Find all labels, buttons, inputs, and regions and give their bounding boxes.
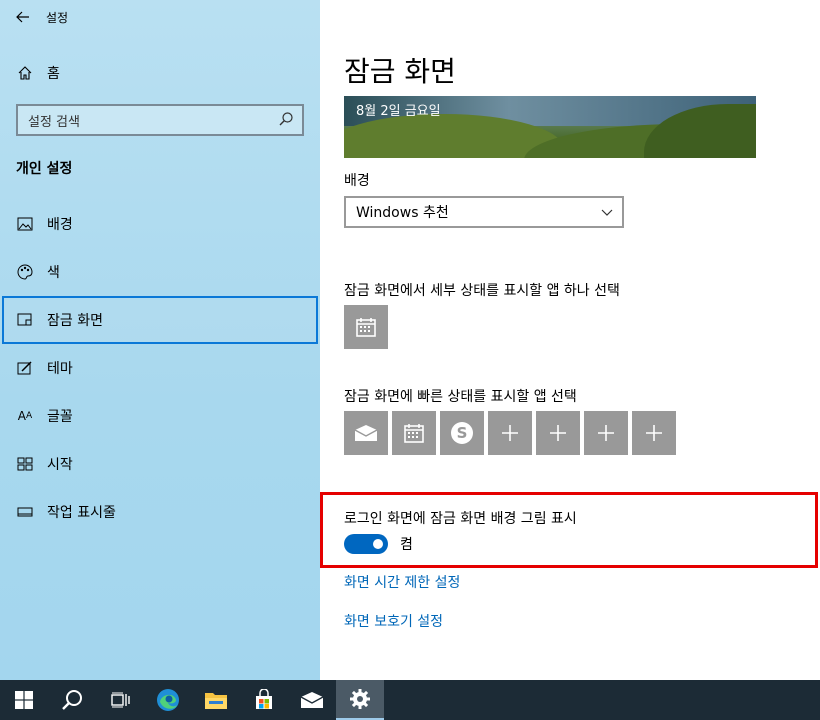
sidebar-item-taskbar[interactable]: 작업 표시줄 bbox=[0, 488, 320, 536]
mail-icon bbox=[354, 425, 378, 441]
sidebar-item-label: 글꼴 bbox=[47, 409, 73, 425]
start-icon bbox=[16, 455, 34, 473]
home-nav-item[interactable]: 홈 bbox=[0, 54, 320, 92]
quick-status-row: S bbox=[344, 411, 684, 455]
windows-start-icon bbox=[15, 691, 33, 709]
picture-icon bbox=[16, 215, 34, 233]
back-arrow-icon bbox=[16, 11, 29, 23]
lock-screen-icon bbox=[16, 311, 34, 329]
search-icon[interactable] bbox=[278, 111, 294, 127]
edge-icon bbox=[157, 689, 179, 711]
palette-icon bbox=[16, 263, 34, 281]
plus-icon bbox=[646, 425, 662, 441]
plus-icon bbox=[550, 425, 566, 441]
background-dropdown[interactable]: Windows 추천 bbox=[344, 196, 624, 228]
sidebar-item-label: 잠금 화면 bbox=[47, 313, 103, 329]
task-view-icon bbox=[111, 692, 130, 708]
skype-icon: S bbox=[451, 422, 473, 444]
edge-button[interactable] bbox=[144, 680, 192, 720]
calendar-icon bbox=[356, 318, 376, 337]
calendar-icon bbox=[404, 424, 424, 443]
theme-icon bbox=[16, 359, 34, 377]
sidebar-nav: 배경 색 잠금 화면 테마 AA 글꼴 시작 작업 표시줄 bbox=[0, 200, 320, 536]
sidebar-item-lock-screen[interactable]: 잠금 화면 bbox=[2, 296, 318, 344]
store-button[interactable] bbox=[240, 680, 288, 720]
sidebar-item-label: 배경 bbox=[47, 217, 73, 233]
detailed-status-app-button[interactable] bbox=[344, 305, 388, 349]
search-icon bbox=[62, 690, 82, 710]
task-view-button[interactable] bbox=[96, 680, 144, 720]
file-explorer-icon bbox=[205, 693, 227, 709]
background-label: 배경 bbox=[344, 173, 370, 189]
taskbar-search-button[interactable] bbox=[48, 680, 96, 720]
svg-text:S: S bbox=[457, 424, 468, 442]
start-button[interactable] bbox=[0, 680, 48, 720]
mail-button[interactable] bbox=[288, 680, 336, 720]
quick-status-add-button[interactable] bbox=[488, 411, 532, 455]
signin-background-label: 로그인 화면에 잠금 화면 배경 그림 표시 bbox=[344, 511, 577, 527]
mail-icon bbox=[300, 692, 324, 708]
page-title: 잠금 화면 bbox=[344, 55, 456, 88]
title-bar: 설정 bbox=[0, 0, 320, 34]
sidebar-item-theme[interactable]: 테마 bbox=[0, 344, 320, 392]
signin-background-toggle-row: 켬 bbox=[344, 534, 413, 554]
detailed-status-row bbox=[344, 305, 684, 349]
background-dropdown-value: Windows 추천 bbox=[356, 205, 449, 221]
screen-timeout-link[interactable]: 화면 시간 제한 설정 bbox=[344, 572, 460, 592]
taskbar bbox=[0, 680, 820, 720]
plus-icon bbox=[502, 425, 518, 441]
signin-background-toggle[interactable] bbox=[344, 534, 388, 554]
back-button[interactable] bbox=[0, 0, 46, 34]
sidebar-item-color[interactable]: 색 bbox=[0, 248, 320, 296]
detailed-status-label: 잠금 화면에서 세부 상태를 표시할 앱 하나 선택 bbox=[344, 283, 620, 299]
sidebar-item-label: 시작 bbox=[47, 457, 73, 473]
settings-button[interactable] bbox=[336, 680, 384, 720]
store-icon bbox=[256, 689, 272, 709]
section-title: 개인 설정 bbox=[16, 161, 73, 177]
font-icon: AA bbox=[17, 409, 33, 423]
quick-status-add-button[interactable] bbox=[632, 411, 676, 455]
main-content: 잠금 화면 8월 2일 금요일 배경 Windows 추천 잠금 화면에서 세부… bbox=[320, 0, 820, 680]
chevron-down-icon bbox=[601, 209, 613, 216]
quick-status-add-button[interactable] bbox=[536, 411, 580, 455]
sidebar-item-start[interactable]: 시작 bbox=[0, 440, 320, 488]
signin-background-highlight bbox=[320, 492, 818, 568]
sidebar-item-label: 작업 표시줄 bbox=[47, 505, 116, 521]
taskbar-icon bbox=[16, 503, 34, 521]
settings-search-input[interactable]: 설정 검색 bbox=[16, 104, 304, 136]
lock-screen-preview: 8월 2일 금요일 bbox=[344, 96, 756, 158]
quick-status-skype-button[interactable]: S bbox=[440, 411, 484, 455]
home-icon bbox=[17, 65, 33, 81]
toggle-knob bbox=[373, 539, 383, 549]
toggle-state-label: 켬 bbox=[400, 537, 413, 553]
sidebar-item-label: 테마 bbox=[47, 361, 73, 377]
file-explorer-button[interactable] bbox=[192, 680, 240, 720]
preview-date: 8월 2일 금요일 bbox=[356, 104, 441, 119]
home-label: 홈 bbox=[47, 66, 60, 82]
sidebar-item-fonts[interactable]: AA 글꼴 bbox=[0, 392, 320, 440]
window-title: 설정 bbox=[46, 10, 69, 25]
quick-status-label: 잠금 화면에 빠른 상태를 표시할 앱 선택 bbox=[344, 389, 577, 405]
sidebar: 설정 홈 설정 검색 개인 설정 배경 색 잠금 화면 테마 AA 글꼴 시작 … bbox=[0, 0, 320, 680]
plus-icon bbox=[598, 425, 614, 441]
quick-status-mail-button[interactable] bbox=[344, 411, 388, 455]
screen-saver-link[interactable]: 화면 보호기 설정 bbox=[344, 611, 443, 631]
sidebar-item-label: 색 bbox=[47, 265, 60, 281]
quick-status-calendar-button[interactable] bbox=[392, 411, 436, 455]
sidebar-item-background[interactable]: 배경 bbox=[0, 200, 320, 248]
search-placeholder: 설정 검색 bbox=[28, 114, 80, 130]
quick-status-add-button[interactable] bbox=[584, 411, 628, 455]
settings-gear-icon bbox=[350, 689, 370, 709]
